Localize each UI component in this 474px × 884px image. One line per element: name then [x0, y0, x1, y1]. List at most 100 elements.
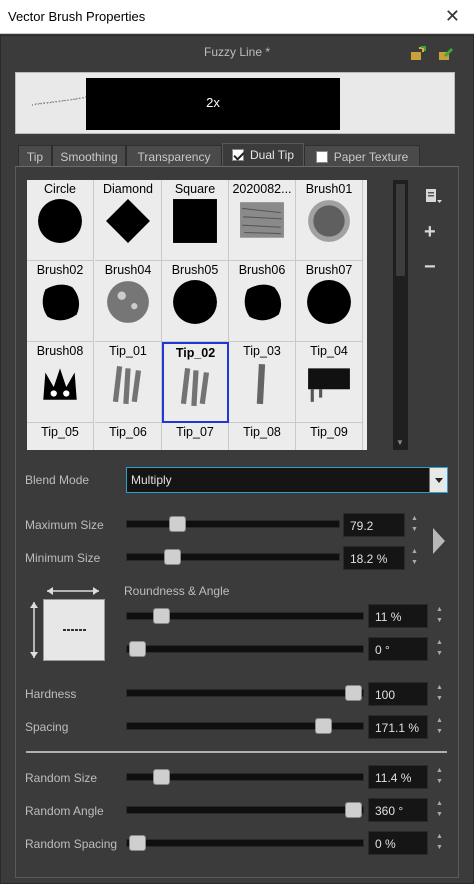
random-spacing-slider[interactable] — [126, 835, 364, 851]
spongy-tip-icon — [107, 281, 149, 323]
tip-label: Tip_09 — [310, 425, 348, 439]
tip-label: Circle — [44, 182, 76, 196]
tip-cell[interactable]: Tip_09 — [296, 423, 363, 450]
rough-round-tip-icon — [173, 280, 217, 324]
minimum-size-slider[interactable] — [126, 549, 340, 565]
roundness-value[interactable]: 11 % — [368, 604, 428, 628]
tip-label: Tip_03 — [243, 344, 281, 358]
title-bar: Vector Brush Properties ✕ — [0, 0, 474, 34]
tip-cell[interactable]: Tip_04 — [296, 342, 363, 423]
tip-cell[interactable]: Brush04 — [95, 261, 162, 342]
tab-paper-texture[interactable]: Paper Texture — [304, 145, 420, 167]
tip-label: Tip_08 — [243, 425, 281, 439]
roundness-angle-label: Roundness & Angle — [124, 584, 230, 598]
section-divider — [26, 751, 447, 753]
random-spacing-spinner[interactable]: ▲ ▼ — [436, 831, 444, 853]
slider-handle[interactable] — [169, 516, 187, 532]
hardness-value[interactable]: 100 — [368, 682, 428, 706]
spacing-slider[interactable] — [126, 718, 364, 734]
tip-cell[interactable]: Brush01 — [296, 180, 363, 261]
tip-cell[interactable]: Circle — [27, 180, 94, 261]
tip-cell[interactable]: Brush05 — [162, 261, 229, 342]
random-size-spinner[interactable]: ▲ ▼ — [436, 765, 444, 787]
angle-spinner[interactable]: ▲ ▼ — [436, 637, 444, 659]
spacing-value[interactable]: 171.1 % — [368, 715, 428, 739]
hardness-label: Hardness — [25, 687, 77, 701]
random-spacing-label: Random Spacing — [25, 837, 118, 851]
scrollbar-thumb[interactable] — [396, 184, 405, 276]
minimum-size-value[interactable]: 18.2 % — [343, 546, 405, 570]
expand-arrow-icon[interactable] — [432, 527, 446, 555]
tip-cell[interactable]: Square — [162, 180, 229, 261]
maximum-size-slider[interactable] — [126, 516, 340, 532]
tip-cell[interactable]: Diamond — [95, 180, 162, 261]
angle-value[interactable]: 0 ° — [368, 637, 428, 661]
slider-handle[interactable] — [129, 641, 146, 657]
tip-cell[interactable]: Tip_06 — [95, 423, 162, 450]
tip-cell[interactable]: Tip_05 — [27, 423, 94, 450]
tip-cell[interactable]: Brush06 — [229, 261, 296, 342]
tab-tip[interactable]: Tip — [18, 145, 52, 167]
scroll-down-icon[interactable]: ▼ — [396, 438, 404, 447]
slider-handle[interactable] — [314, 718, 332, 734]
width-arrow-icon — [47, 587, 99, 595]
tip-cell[interactable]: Tip_03 — [229, 342, 296, 423]
save-preset-icon[interactable] — [410, 46, 426, 62]
slider-handle[interactable] — [129, 835, 146, 851]
random-angle-spinner[interactable]: ▲ ▼ — [436, 798, 444, 820]
random-size-slider[interactable] — [126, 769, 364, 785]
tip-library[interactable]: Circle Diamond Square 2020082... Brush01 Brus… — [27, 180, 367, 450]
tip-label: Square — [174, 182, 216, 196]
blend-mode-select[interactable]: Multiply — [126, 467, 448, 493]
zoom-label: 2x — [206, 95, 220, 110]
tip-cell[interactable]: Brush07 — [296, 261, 363, 342]
angle-slider[interactable] — [126, 641, 364, 657]
random-size-value[interactable]: 11.4 % — [368, 765, 428, 789]
window-title: Vector Brush Properties — [8, 9, 146, 24]
tip-label: 2020082... — [232, 182, 292, 196]
tip-cell[interactable]: Tip_01 — [95, 342, 162, 423]
slider-handle[interactable] — [163, 549, 181, 565]
tip-label: Brush01 — [305, 182, 353, 196]
dual-tip-checkbox[interactable] — [231, 149, 244, 161]
maximum-size-spinner[interactable]: ▲ ▼ — [411, 513, 419, 535]
tip-cell[interactable]: 2020082... — [229, 180, 296, 261]
spacing-spinner[interactable]: ▲ ▼ — [436, 715, 444, 737]
roundness-slider[interactable] — [126, 608, 364, 624]
rename-preset-icon[interactable] — [438, 46, 454, 62]
random-spacing-value[interactable]: 0 % — [368, 831, 428, 855]
minimum-size-spinner[interactable]: ▲ ▼ — [411, 546, 419, 568]
hardness-slider[interactable] — [126, 685, 364, 701]
tip-shape-preview[interactable] — [43, 599, 105, 661]
random-size-label: Random Size — [25, 771, 98, 785]
roundness-spinner[interactable]: ▲ ▼ — [436, 604, 444, 626]
tip-cell[interactable]: Tip_07 — [162, 423, 229, 450]
tip-cell[interactable]: Brush02 — [27, 261, 94, 342]
tab-dual-tip[interactable]: Dual Tip — [222, 143, 304, 167]
tip-menu-icon[interactable] — [424, 188, 444, 206]
tab-transparency[interactable]: Transparency — [126, 145, 222, 167]
tip-library-scrollbar[interactable]: ▼ — [393, 180, 408, 450]
maximum-size-label: Maximum Size — [25, 518, 104, 532]
random-angle-slider[interactable] — [126, 802, 364, 818]
remove-tip-button[interactable]: − — [424, 256, 436, 279]
paper-texture-checkbox[interactable] — [315, 151, 328, 163]
tab-smoothing[interactable]: Smoothing — [52, 145, 126, 167]
hardness-spinner[interactable]: ▲ ▼ — [436, 682, 444, 704]
random-angle-value[interactable]: 360 ° — [368, 798, 428, 822]
slider-handle[interactable] — [152, 769, 170, 785]
tip-cell[interactable]: Tip_08 — [229, 423, 296, 450]
tip-label: Tip_07 — [176, 425, 214, 439]
minimum-size-label: Minimum Size — [25, 551, 101, 565]
slider-handle[interactable] — [152, 608, 170, 624]
stroke-preview: 2x — [15, 72, 455, 134]
maximum-size-value[interactable]: 79.2 — [343, 513, 405, 537]
tip-cell[interactable]: Tip_02 — [162, 342, 229, 423]
add-tip-button[interactable]: + — [424, 221, 436, 244]
slider-handle[interactable] — [345, 685, 362, 701]
chevron-down-icon[interactable] — [429, 468, 447, 492]
tip-cell[interactable]: Brush08 — [27, 342, 94, 423]
close-icon[interactable]: ✕ — [445, 6, 460, 27]
slider-handle[interactable] — [345, 802, 362, 818]
tip-label: Brush06 — [238, 263, 286, 277]
